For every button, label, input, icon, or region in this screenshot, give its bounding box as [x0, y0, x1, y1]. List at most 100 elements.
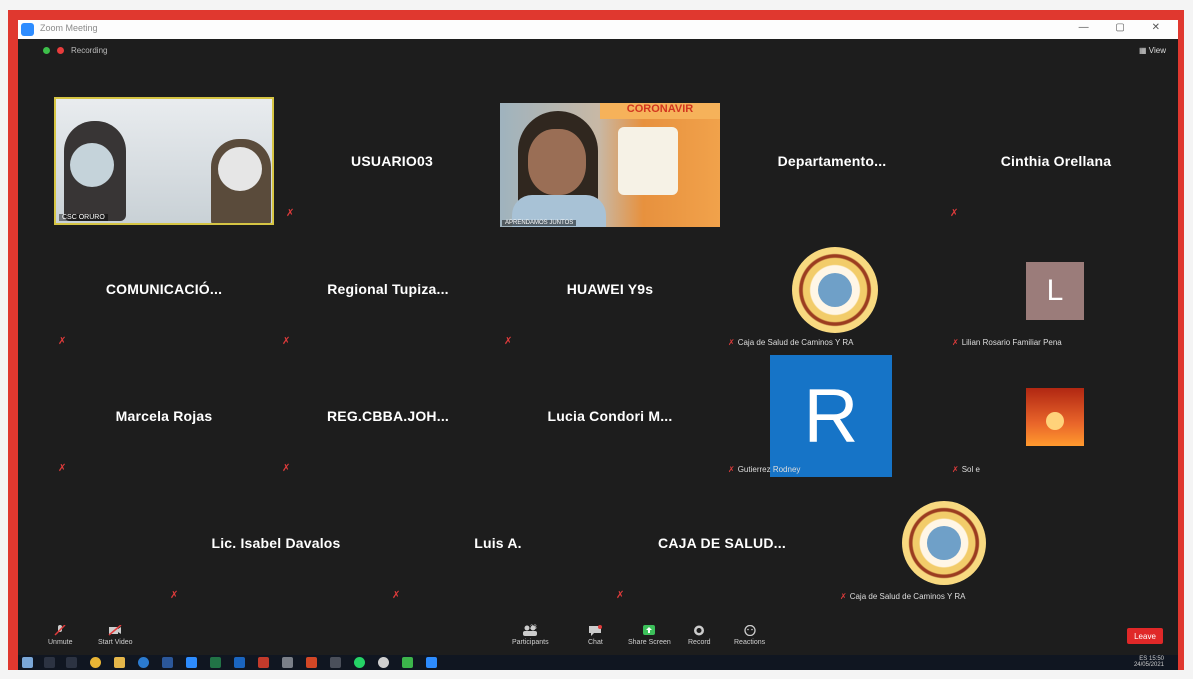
start-menu-icon[interactable] — [22, 657, 33, 668]
zoom-icon[interactable] — [186, 657, 197, 668]
poster — [618, 127, 678, 195]
powerpoint-icon[interactable] — [306, 657, 317, 668]
word-icon[interactable] — [162, 657, 173, 668]
participant-name: CAJA DE SALUD... — [658, 535, 786, 551]
title-bar: Zoom Meeting — ▢ ✕ — [18, 20, 1178, 39]
participant-tile[interactable]: Luis A. ✗ — [388, 479, 608, 607]
video-off-icon — [108, 625, 122, 636]
start-video-button[interactable]: Start Video — [98, 625, 133, 646]
recording-label: Recording — [71, 46, 108, 55]
participant-name: Luis A. — [474, 535, 522, 551]
record-icon — [694, 625, 705, 636]
participant-name: Marcela Rojas — [115, 408, 213, 424]
participant-person — [211, 139, 271, 223]
avatar: L — [1026, 262, 1084, 320]
participant-person — [64, 121, 126, 221]
unmute-button[interactable]: Unmute — [48, 625, 73, 646]
security-shield-icon[interactable] — [43, 47, 50, 54]
muted-mic-icon: ✗ — [840, 592, 847, 601]
whatsapp-icon[interactable] — [354, 657, 365, 668]
excel-icon[interactable] — [210, 657, 221, 668]
muted-mic-icon: ✗ — [950, 208, 959, 219]
participant-tile[interactable]: Regional Tupiza... ✗ — [278, 225, 498, 353]
view-button[interactable]: ▦ View — [1139, 46, 1166, 55]
share-screen-icon — [643, 625, 656, 635]
participant-tile[interactable]: CAJA DE SALUD... ✗ — [612, 479, 832, 607]
caja-salud-logo-icon — [792, 247, 878, 333]
edge-icon[interactable] — [138, 657, 149, 668]
participant-tile[interactable]: HUAWEI Y9s ✗ — [500, 225, 720, 353]
muted-mic-icon: ✗ — [392, 590, 401, 601]
participants-button[interactable]: Participants 23 — [512, 625, 549, 646]
participant-name: HUAWEI Y9s — [566, 281, 654, 297]
system-tray[interactable]: ES 15:50 24/05/2021 — [1134, 656, 1164, 668]
recording-icon — [57, 47, 64, 54]
mail-icon[interactable] — [330, 657, 341, 668]
participant-caption: ✗ Gutierrez Rodney — [728, 465, 801, 474]
participant-tile[interactable]: Lic. Isabel Davalos ✗ — [166, 479, 386, 607]
participant-caption: ✗ Sol e — [952, 465, 980, 474]
participant-tile[interactable]: R ✗ Gutierrez Rodney — [722, 352, 942, 480]
windows-taskbar: ES 15:50 24/05/2021 — [18, 655, 1178, 670]
participant-tile[interactable]: ✗ Caja de Salud de Caminos Y RA — [722, 225, 942, 353]
outer-frame: Zoom Meeting — ▢ ✕ Recording ▦ View CSC … — [8, 10, 1184, 670]
share-screen-button[interactable]: Share Screen — [628, 625, 671, 646]
muted-mic-icon: ✗ — [952, 338, 959, 347]
app-icon[interactable] — [282, 657, 293, 668]
muted-mic-icon: ✗ — [58, 463, 67, 474]
participant-tile[interactable]: REG.CBBA.JOH... ✗ — [278, 352, 498, 480]
search-icon[interactable] — [44, 657, 55, 668]
window-controls[interactable]: — ▢ ✕ — [1079, 22, 1172, 33]
poster-banner: CORONAVIR — [600, 103, 720, 119]
zoom-window: Zoom Meeting — ▢ ✕ Recording ▦ View CSC … — [18, 20, 1178, 670]
participant-name: Regional Tupiza... — [327, 281, 449, 297]
meeting-toolbar: Unmute Start Video Participants 23 Chat … — [18, 625, 1178, 655]
meeting-status: Recording — [43, 46, 107, 55]
chrome-icon[interactable] — [90, 657, 101, 668]
participants-count: 23 — [530, 625, 537, 631]
video-tile-csc-oruro[interactable]: CSC ORURO — [54, 97, 274, 225]
leave-button[interactable]: Leave — [1127, 628, 1163, 644]
reactions-icon — [743, 625, 756, 636]
participant-name: Lic. Isabel Davalos — [211, 535, 341, 551]
caja-salud-logo-icon — [902, 501, 986, 585]
participant-name: USUARIO03 — [351, 153, 433, 169]
participant-tile[interactable]: Cinthia Orellana ✗ — [946, 97, 1166, 225]
record-button[interactable]: Record — [688, 625, 711, 646]
sunset-avatar-icon — [1026, 388, 1084, 446]
muted-mic-icon — [54, 625, 66, 636]
participant-name-label: CSC ORURO — [59, 214, 108, 221]
participant-person — [512, 111, 606, 227]
muted-mic-icon: ✗ — [504, 336, 513, 347]
participant-tile[interactable]: Lucia Condori M... — [500, 352, 720, 480]
participant-tile[interactable]: L ✗ Lilian Rosario Familiar Pena — [946, 225, 1166, 353]
acrobat-icon[interactable] — [258, 657, 269, 668]
zoom-active-icon[interactable] — [426, 657, 437, 668]
settings-icon[interactable] — [378, 657, 389, 668]
participant-caption: ✗ Caja de Salud de Caminos Y RA — [840, 592, 966, 601]
word-doc-icon[interactable] — [234, 657, 245, 668]
window-title: Zoom Meeting — [40, 23, 98, 33]
muted-mic-icon: ✗ — [170, 590, 179, 601]
zoom-app-icon — [21, 23, 34, 36]
reactions-button[interactable]: Reactions — [734, 625, 765, 646]
participant-tile[interactable]: ✗ Caja de Salud de Caminos Y RA — [834, 479, 1054, 607]
chat-icon — [589, 625, 603, 636]
file-explorer-icon[interactable] — [114, 657, 125, 668]
muted-mic-icon: ✗ — [616, 590, 625, 601]
participant-caption: ✗ Caja de Salud de Caminos Y RA — [728, 338, 854, 347]
participant-tile[interactable]: USUARIO03 ✗ — [282, 97, 502, 225]
muted-mic-icon: ✗ — [728, 338, 735, 347]
muted-mic-icon: ✗ — [282, 463, 291, 474]
task-view-icon[interactable] — [66, 657, 77, 668]
chat-button[interactable]: Chat — [588, 625, 603, 646]
muted-mic-icon: ✗ — [58, 336, 67, 347]
participant-tile[interactable]: Departamento... — [722, 97, 942, 225]
participant-tile[interactable]: Marcela Rojas ✗ — [54, 352, 274, 480]
app-green-icon[interactable] — [402, 657, 413, 668]
video-tile-speaker[interactable]: CORONAVIR APRENDAMOS JUNTOS — [500, 103, 720, 227]
participant-caption: ✗ Lilian Rosario Familiar Pena — [952, 338, 1062, 347]
participant-tile[interactable]: COMUNICACIÓ... ✗ — [54, 225, 274, 353]
participant-tile[interactable]: ✗ Sol e — [946, 352, 1166, 480]
participant-name: Cinthia Orellana — [1000, 153, 1112, 169]
